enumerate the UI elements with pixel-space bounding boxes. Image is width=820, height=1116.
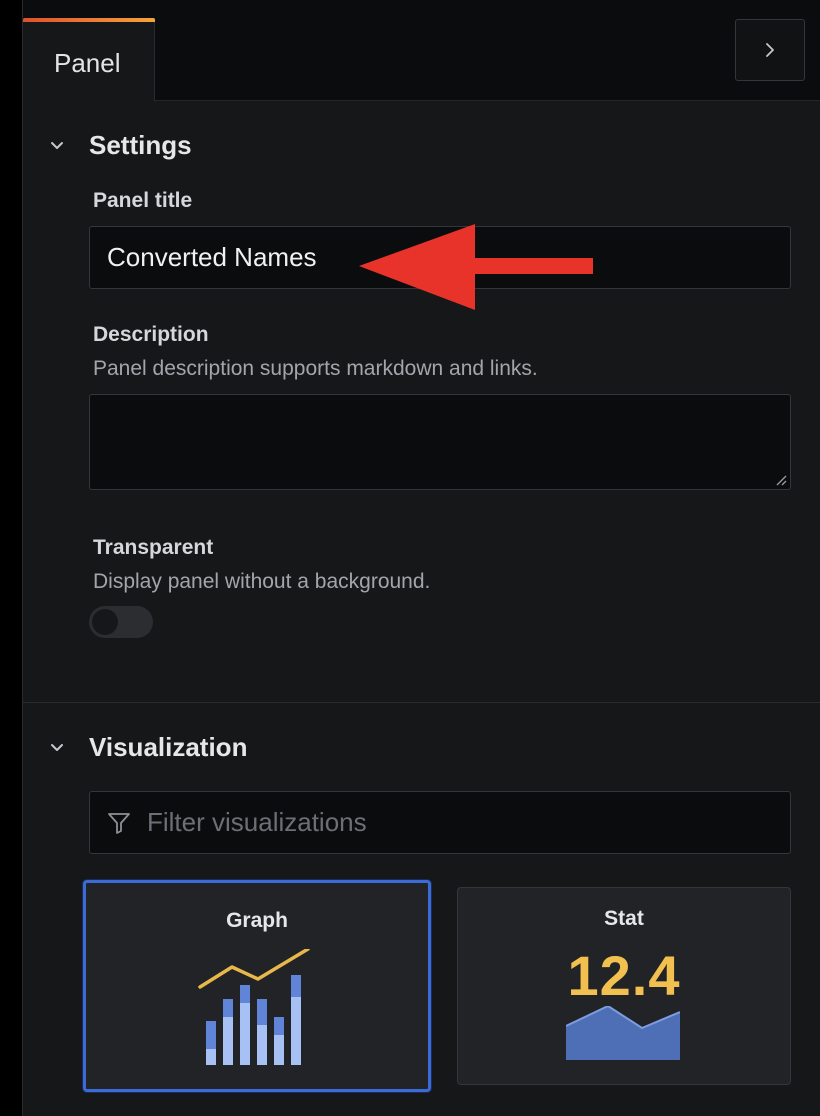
description-textarea[interactable] <box>89 394 791 490</box>
viz-card-stat[interactable]: Stat 12.4 <box>457 887 791 1085</box>
stat-sparkline-icon <box>566 1006 680 1060</box>
panel-options-pane: Panel Settings Panel title Converted Nam… <box>22 0 820 1116</box>
description-label: Description <box>93 323 209 346</box>
active-tab-indicator <box>23 18 155 22</box>
collapse-pane-button[interactable] <box>735 19 805 81</box>
tab-panel[interactable]: Panel <box>23 18 155 101</box>
screenshot-frame: Panel Settings Panel title Converted Nam… <box>0 0 820 1116</box>
tab-panel-label: Panel <box>54 48 121 78</box>
stat-viz-value: 12.4 <box>567 944 681 1007</box>
visualization-section-title: Visualization <box>89 732 248 762</box>
filter-placeholder: Filter visualizations <box>147 807 367 837</box>
transparent-label: Transparent <box>93 536 214 559</box>
settings-section-header[interactable]: Settings <box>23 128 820 168</box>
chevron-down-icon <box>51 142 63 149</box>
transparent-toggle[interactable] <box>89 606 153 638</box>
visualization-section-header[interactable]: Visualization <box>23 730 820 770</box>
resize-grip-icon[interactable] <box>775 474 787 486</box>
viz-card-graph[interactable]: Graph <box>83 880 431 1092</box>
chevron-right-icon <box>766 43 774 57</box>
panel-title-label: Panel title <box>93 189 193 212</box>
transparent-help-text: Display panel without a background. <box>93 570 431 593</box>
chevron-down-icon <box>51 744 63 751</box>
filter-icon <box>108 813 130 834</box>
viz-card-stat-title: Stat <box>604 907 644 930</box>
toggle-knob <box>92 609 118 635</box>
settings-section-title: Settings <box>89 130 192 160</box>
tab-strip: Panel <box>23 0 820 101</box>
description-help-text: Panel description supports markdown and … <box>93 357 538 380</box>
filter-visualizations-input[interactable]: Filter visualizations <box>89 791 791 854</box>
annotation-arrow-icon <box>359 224 593 310</box>
section-divider <box>23 702 820 703</box>
graph-viz-icon <box>198 949 310 1065</box>
viz-card-graph-title: Graph <box>226 909 288 932</box>
